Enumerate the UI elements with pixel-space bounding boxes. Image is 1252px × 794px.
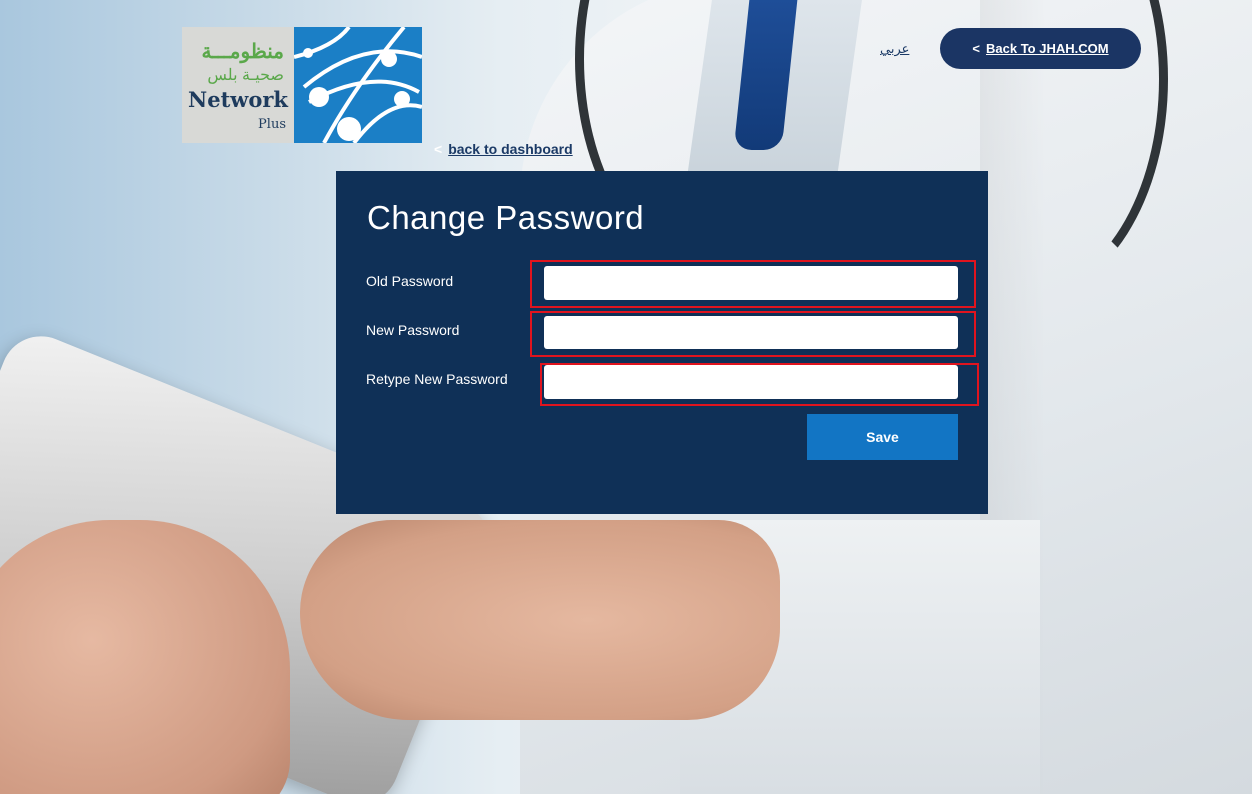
logo-plus-text: Plus (258, 117, 286, 132)
chevron-left-icon: < (434, 141, 443, 157)
save-button[interactable]: Save (807, 414, 958, 460)
back-to-jhah-label: Back To JHAH.COM (986, 41, 1109, 56)
change-password-panel: Change Password Old Password New Passwor… (336, 171, 988, 514)
logo-arabic-line2: صحيـة بلس (207, 67, 284, 84)
new-password-label: New Password (366, 322, 460, 338)
old-password-label: Old Password (366, 273, 454, 289)
chevron-left-icon: < (972, 41, 981, 56)
back-to-dashboard-link[interactable]: < back to dashboard (434, 141, 573, 157)
retype-password-field[interactable] (544, 365, 958, 399)
back-to-dashboard-label: back to dashboard (448, 141, 573, 157)
network-plus-logo: منظومـــة صحيـة بلس Network Plus (182, 25, 423, 145)
logo-arabic-line1: منظومـــة (201, 41, 285, 63)
page-title: Change Password (367, 199, 645, 236)
old-password-field[interactable] (544, 266, 958, 300)
arabic-language-link[interactable]: عربي (880, 41, 909, 57)
network-nodes-icon (293, 25, 423, 145)
right-hand (300, 520, 780, 720)
back-to-jhah-button[interactable]: < Back To JHAH.COM (940, 28, 1141, 69)
new-password-field[interactable] (544, 316, 958, 349)
logo-network-text: Network (188, 87, 288, 112)
retype-password-label: Retype New Password (366, 371, 508, 387)
